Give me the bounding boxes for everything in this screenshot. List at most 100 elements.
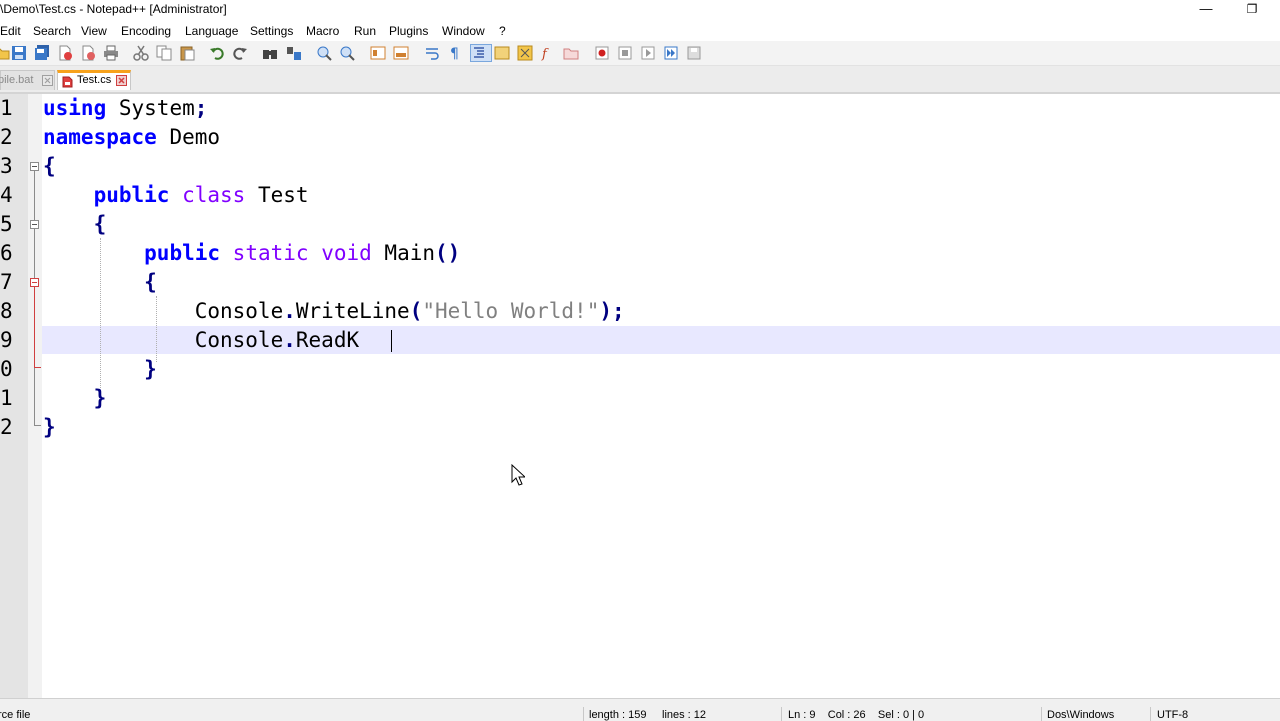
print-icon[interactable] — [103, 45, 119, 61]
tab-bar: pile.bat Test.cs — [0, 66, 1280, 92]
line-number: 9 — [0, 328, 13, 352]
keyword: namespace — [43, 125, 157, 149]
menu-language[interactable]: Language — [185, 24, 238, 38]
menu-bar: Edit Search View Encoding Language Setti… — [0, 20, 1280, 41]
code-line[interactable]: } — [43, 355, 157, 384]
menu-help[interactable]: ? — [499, 24, 506, 38]
code-line[interactable]: namespace Demo — [43, 123, 220, 152]
code-line[interactable]: public static void Main() — [43, 239, 460, 268]
status-encoding[interactable]: UTF-8 — [1157, 709, 1188, 721]
find-icon[interactable] — [262, 45, 278, 61]
keyword: public — [93, 183, 170, 207]
sync-horizontal-icon[interactable] — [393, 45, 409, 61]
status-eol-format[interactable]: Dos\Windows — [1047, 709, 1114, 721]
menu-run[interactable]: Run — [354, 24, 376, 38]
menu-window[interactable]: Window — [442, 24, 485, 38]
menu-view[interactable]: View — [81, 24, 107, 38]
doc-map-icon[interactable] — [517, 45, 533, 61]
operator: . — [283, 328, 296, 352]
user-language-icon[interactable] — [494, 45, 510, 61]
save-macro-icon[interactable] — [686, 45, 702, 61]
operator: () — [435, 241, 461, 265]
paste-icon[interactable] — [179, 45, 195, 61]
close-file-icon[interactable] — [57, 45, 73, 61]
line-number: 7 — [0, 270, 13, 294]
code-line[interactable]: { — [43, 268, 157, 297]
identifier: System — [118, 96, 195, 120]
run-macro-multiple-icon[interactable] — [663, 45, 679, 61]
menu-encoding[interactable]: Encoding — [121, 24, 171, 38]
redo-icon[interactable] — [232, 45, 248, 61]
status-lines: lines : 12 — [662, 709, 707, 721]
line-number: 4 — [0, 183, 13, 207]
line-number: 3 — [0, 154, 13, 178]
zoom-out-icon[interactable] — [339, 45, 355, 61]
tab-compile-bat[interactable]: pile.bat — [0, 70, 55, 90]
fold-margin[interactable] — [28, 94, 42, 698]
copy-icon[interactable] — [156, 45, 172, 61]
code-line-current[interactable]: Console.ReadK — [43, 326, 359, 355]
brace: { — [144, 270, 157, 294]
menu-search[interactable]: Search — [33, 24, 71, 38]
status-cursor-position: Ln : 9 Col : 26 Sel : 0 | 0 — [788, 709, 925, 721]
sync-vertical-icon[interactable] — [370, 45, 386, 61]
mouse-pointer-icon — [511, 463, 527, 489]
zoom-in-icon[interactable] — [316, 45, 332, 61]
save-icon[interactable] — [11, 45, 27, 61]
open-file-icon[interactable] — [0, 45, 10, 61]
line-number: 5 — [0, 212, 13, 236]
undo-icon[interactable] — [209, 45, 225, 61]
code-line[interactable]: { — [43, 210, 107, 239]
code-line[interactable]: Console.WriteLine("Hello World!"); — [43, 297, 625, 326]
code-line[interactable]: } — [43, 384, 107, 413]
minimize-button[interactable]: — — [1183, 0, 1229, 20]
show-all-characters-icon[interactable]: ¶ — [447, 45, 463, 61]
menu-plugins[interactable]: Plugins — [389, 24, 428, 38]
word-wrap-icon[interactable] — [424, 45, 440, 61]
fold-line-active — [34, 287, 35, 367]
identifier: WriteLine — [295, 299, 410, 323]
replace-icon[interactable] — [286, 45, 302, 61]
code-line[interactable]: } — [43, 413, 56, 442]
stop-macro-icon[interactable] — [617, 45, 633, 61]
title-bar: \Demo\Test.cs - Notepad++ [Administrator… — [0, 0, 1280, 20]
svg-text:f: f — [541, 47, 549, 61]
code-line[interactable]: { — [43, 152, 56, 181]
menu-edit[interactable]: Edit — [0, 24, 21, 38]
close-all-icon[interactable] — [80, 45, 96, 61]
tab-test-cs[interactable]: Test.cs — [57, 70, 131, 90]
restore-button[interactable]: ❐ — [1229, 0, 1275, 20]
function-list-icon[interactable]: f — [540, 45, 556, 61]
brace: } — [43, 415, 56, 439]
fold-toggle-class[interactable] — [30, 220, 39, 229]
line-number: 0 — [0, 357, 13, 381]
keyword: class — [182, 183, 246, 207]
operator: . — [283, 299, 296, 323]
brace: } — [93, 386, 107, 410]
identifier: Console — [194, 328, 284, 352]
close-tab-icon[interactable] — [42, 74, 53, 86]
brace: { — [43, 154, 56, 178]
fold-toggle-method[interactable] — [30, 278, 39, 287]
cut-icon[interactable] — [133, 45, 149, 61]
menu-macro[interactable]: Macro — [306, 24, 339, 38]
status-file-type: rce file — [0, 709, 31, 721]
fold-toggle-namespace[interactable] — [30, 162, 39, 171]
keyword: static — [232, 241, 309, 265]
fold-end-marker — [34, 425, 41, 426]
save-all-icon[interactable] — [34, 45, 50, 61]
tab-label: Test.cs — [77, 74, 112, 86]
folder-workspace-icon[interactable] — [563, 45, 579, 61]
menu-settings[interactable]: Settings — [250, 24, 293, 38]
close-tab-icon[interactable] — [116, 75, 127, 86]
keyword: void — [321, 241, 372, 265]
file-saved-icon — [62, 76, 73, 88]
code-line[interactable]: using System; — [43, 94, 207, 123]
code-line[interactable]: public class Test — [43, 181, 309, 210]
record-macro-icon[interactable] — [594, 45, 610, 61]
line-number: 2 — [0, 415, 13, 439]
indent-guide-icon[interactable] — [470, 44, 492, 62]
play-macro-icon[interactable] — [640, 45, 656, 61]
status-bar: rce file length : 159 lines : 12 Ln : 9 … — [0, 698, 1280, 721]
svg-text:¶: ¶ — [450, 46, 459, 61]
